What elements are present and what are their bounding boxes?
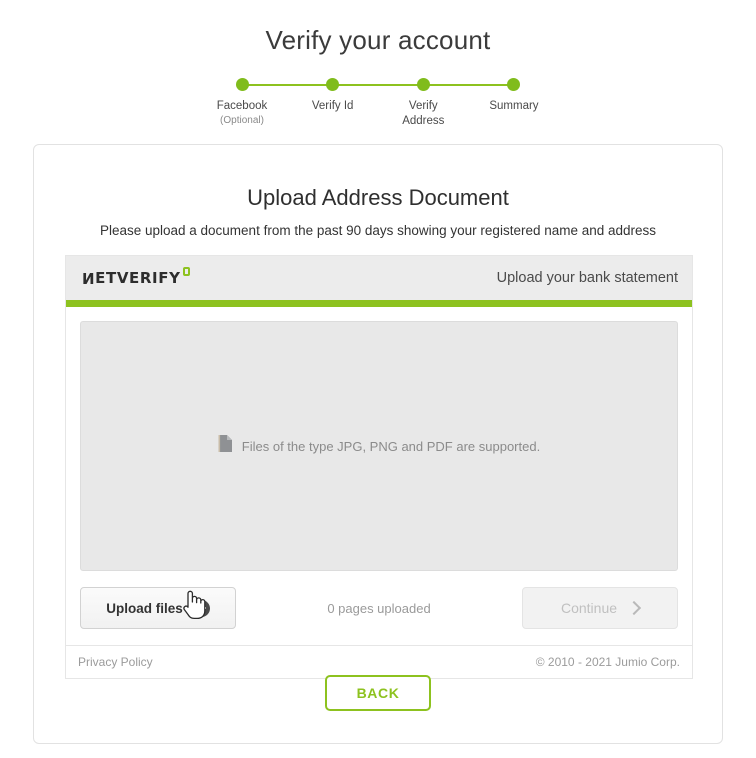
stepper-step-verify-address[interactable]: Verify Address bbox=[378, 78, 468, 129]
stepper-step-facebook[interactable]: Facebook (Optional) bbox=[197, 78, 287, 129]
stepper-step-verify-id[interactable]: Verify Id bbox=[288, 78, 378, 129]
page-title: Verify your account bbox=[265, 25, 491, 55]
step-sublabel: (Optional) bbox=[220, 115, 264, 126]
continue-label: Continue bbox=[560, 600, 618, 616]
plus-circle-icon bbox=[192, 599, 210, 617]
widget-header: N ETVERIFY Upload your bank statement bbox=[66, 256, 692, 300]
stepper-step-summary[interactable]: Summary bbox=[469, 78, 559, 129]
widget-action-row: Upload files 0 pages uploaded Continue bbox=[66, 571, 692, 645]
upload-files-label: Upload files bbox=[106, 600, 183, 616]
chevron-right-icon bbox=[626, 600, 642, 616]
step-label: Summary bbox=[489, 100, 539, 112]
widget-header-instruction: Upload your bank statement bbox=[496, 270, 678, 286]
square-mark-icon bbox=[182, 267, 190, 276]
continue-button[interactable]: Continue bbox=[522, 587, 678, 629]
step-dot-icon bbox=[326, 78, 340, 91]
dropzone-help-text: Files of the type JPG, PNG and PDF are s… bbox=[241, 438, 541, 454]
netverify-logo: N ETVERIFY bbox=[82, 267, 190, 287]
pages-uploaded-status: 0 pages uploaded bbox=[327, 600, 431, 616]
accent-bar bbox=[66, 300, 692, 307]
card-title: Upload Address Document bbox=[247, 185, 509, 210]
card-subtitle: Please upload a document from the past 9… bbox=[99, 223, 657, 238]
main-card: Upload Address Document Please upload a … bbox=[33, 144, 723, 744]
logo-wordmark: ETVERIFY bbox=[95, 269, 181, 287]
step-label: Facebook bbox=[216, 100, 268, 112]
netverify-widget: N ETVERIFY Upload your bank statement Fil… bbox=[65, 255, 693, 679]
document-icon bbox=[218, 434, 233, 458]
progress-stepper: Facebook (Optional) Verify Id Verify Add… bbox=[217, 78, 539, 129]
copyright-text: © 2010 - 2021 Jumio Corp. bbox=[535, 655, 680, 669]
step-dot-icon bbox=[416, 78, 430, 91]
step-dot-icon bbox=[235, 78, 249, 91]
back-button[interactable]: BACK bbox=[325, 675, 431, 711]
upload-files-button[interactable]: Upload files bbox=[80, 587, 236, 629]
back-button-wrapper: BACK bbox=[34, 675, 722, 711]
privacy-policy-link[interactable]: Privacy Policy bbox=[78, 655, 153, 669]
step-label: Verify Address bbox=[402, 100, 445, 127]
step-dot-icon bbox=[507, 78, 521, 91]
logo-inverted-n: N bbox=[82, 269, 96, 287]
widget-footer: Privacy Policy © 2010 - 2021 Jumio Corp. bbox=[66, 645, 692, 678]
dropzone-wrapper: Files of the type JPG, PNG and PDF are s… bbox=[66, 307, 692, 571]
step-label: Verify Id bbox=[311, 100, 354, 112]
file-dropzone[interactable]: Files of the type JPG, PNG and PDF are s… bbox=[80, 321, 678, 571]
